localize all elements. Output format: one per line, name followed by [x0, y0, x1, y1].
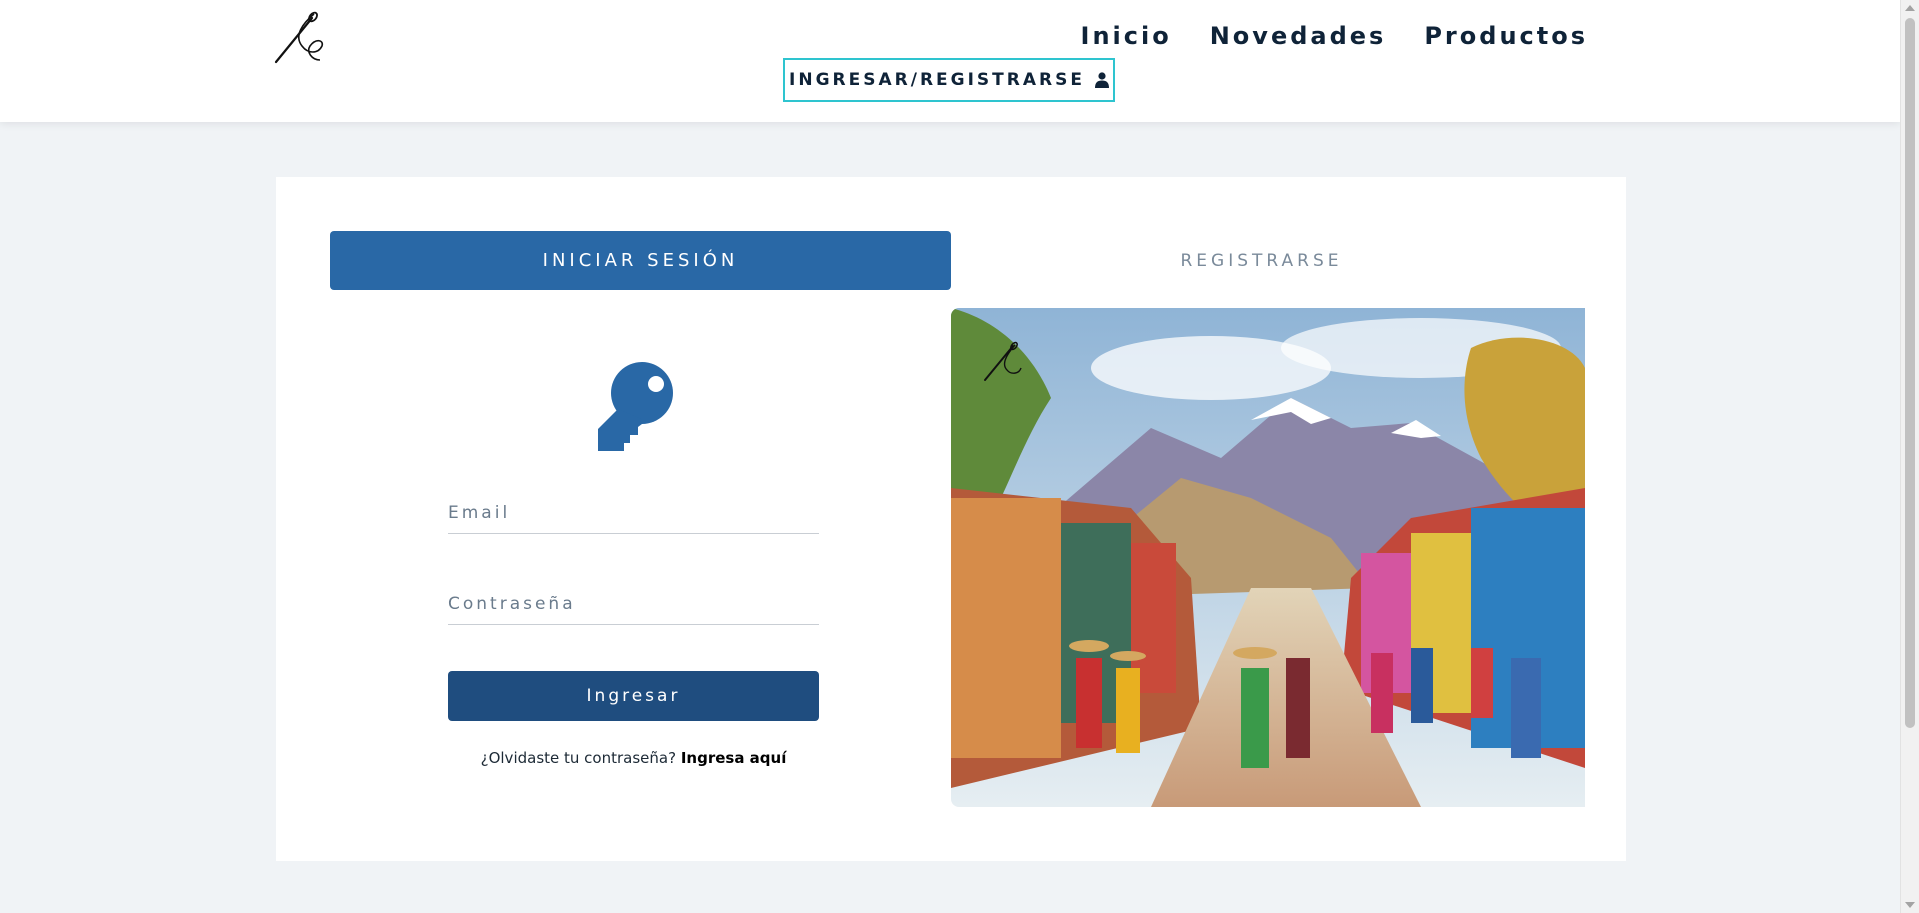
login-register-label: INGRESAR/REGISTRARSE [789, 70, 1085, 90]
auth-card: INICIAR SESIÓN REGISTRARSE Ingresar ¿Olv… [276, 177, 1626, 861]
tab-login[interactable]: INICIAR SESIÓN [330, 231, 951, 290]
needle-thread-logo-icon[interactable] [272, 10, 326, 64]
login-register-button[interactable]: INGRESAR/REGISTRARSE [783, 58, 1115, 102]
site-header: Inicio Novedades Productos INGRESAR/REGI… [0, 0, 1900, 122]
key-icon [598, 362, 673, 451]
main-nav: Inicio Novedades Productos [1081, 16, 1588, 56]
scroll-up-arrow-icon[interactable] [1905, 5, 1915, 11]
tab-register[interactable]: REGISTRARSE [951, 231, 1572, 290]
nav-link-inicio[interactable]: Inicio [1081, 16, 1172, 56]
forgot-password-row: ¿Olvidaste tu contraseña? Ingresa aquí [448, 749, 819, 767]
password-field[interactable] [448, 584, 819, 625]
nav-link-novedades[interactable]: Novedades [1210, 16, 1387, 56]
user-icon [1094, 72, 1109, 88]
andean-village-painting [951, 308, 1585, 807]
painting-illustration [951, 308, 1585, 807]
submit-login-button[interactable]: Ingresar [448, 671, 819, 721]
forgot-password-text: ¿Olvidaste tu contraseña? [480, 749, 677, 767]
email-field[interactable] [448, 493, 819, 534]
page-scrollbar[interactable] [1900, 0, 1919, 913]
scroll-down-arrow-icon[interactable] [1905, 902, 1915, 908]
nav-link-productos[interactable]: Productos [1424, 16, 1588, 56]
forgot-password-link[interactable]: Ingresa aquí [681, 749, 787, 767]
scroll-thumb[interactable] [1905, 18, 1915, 728]
